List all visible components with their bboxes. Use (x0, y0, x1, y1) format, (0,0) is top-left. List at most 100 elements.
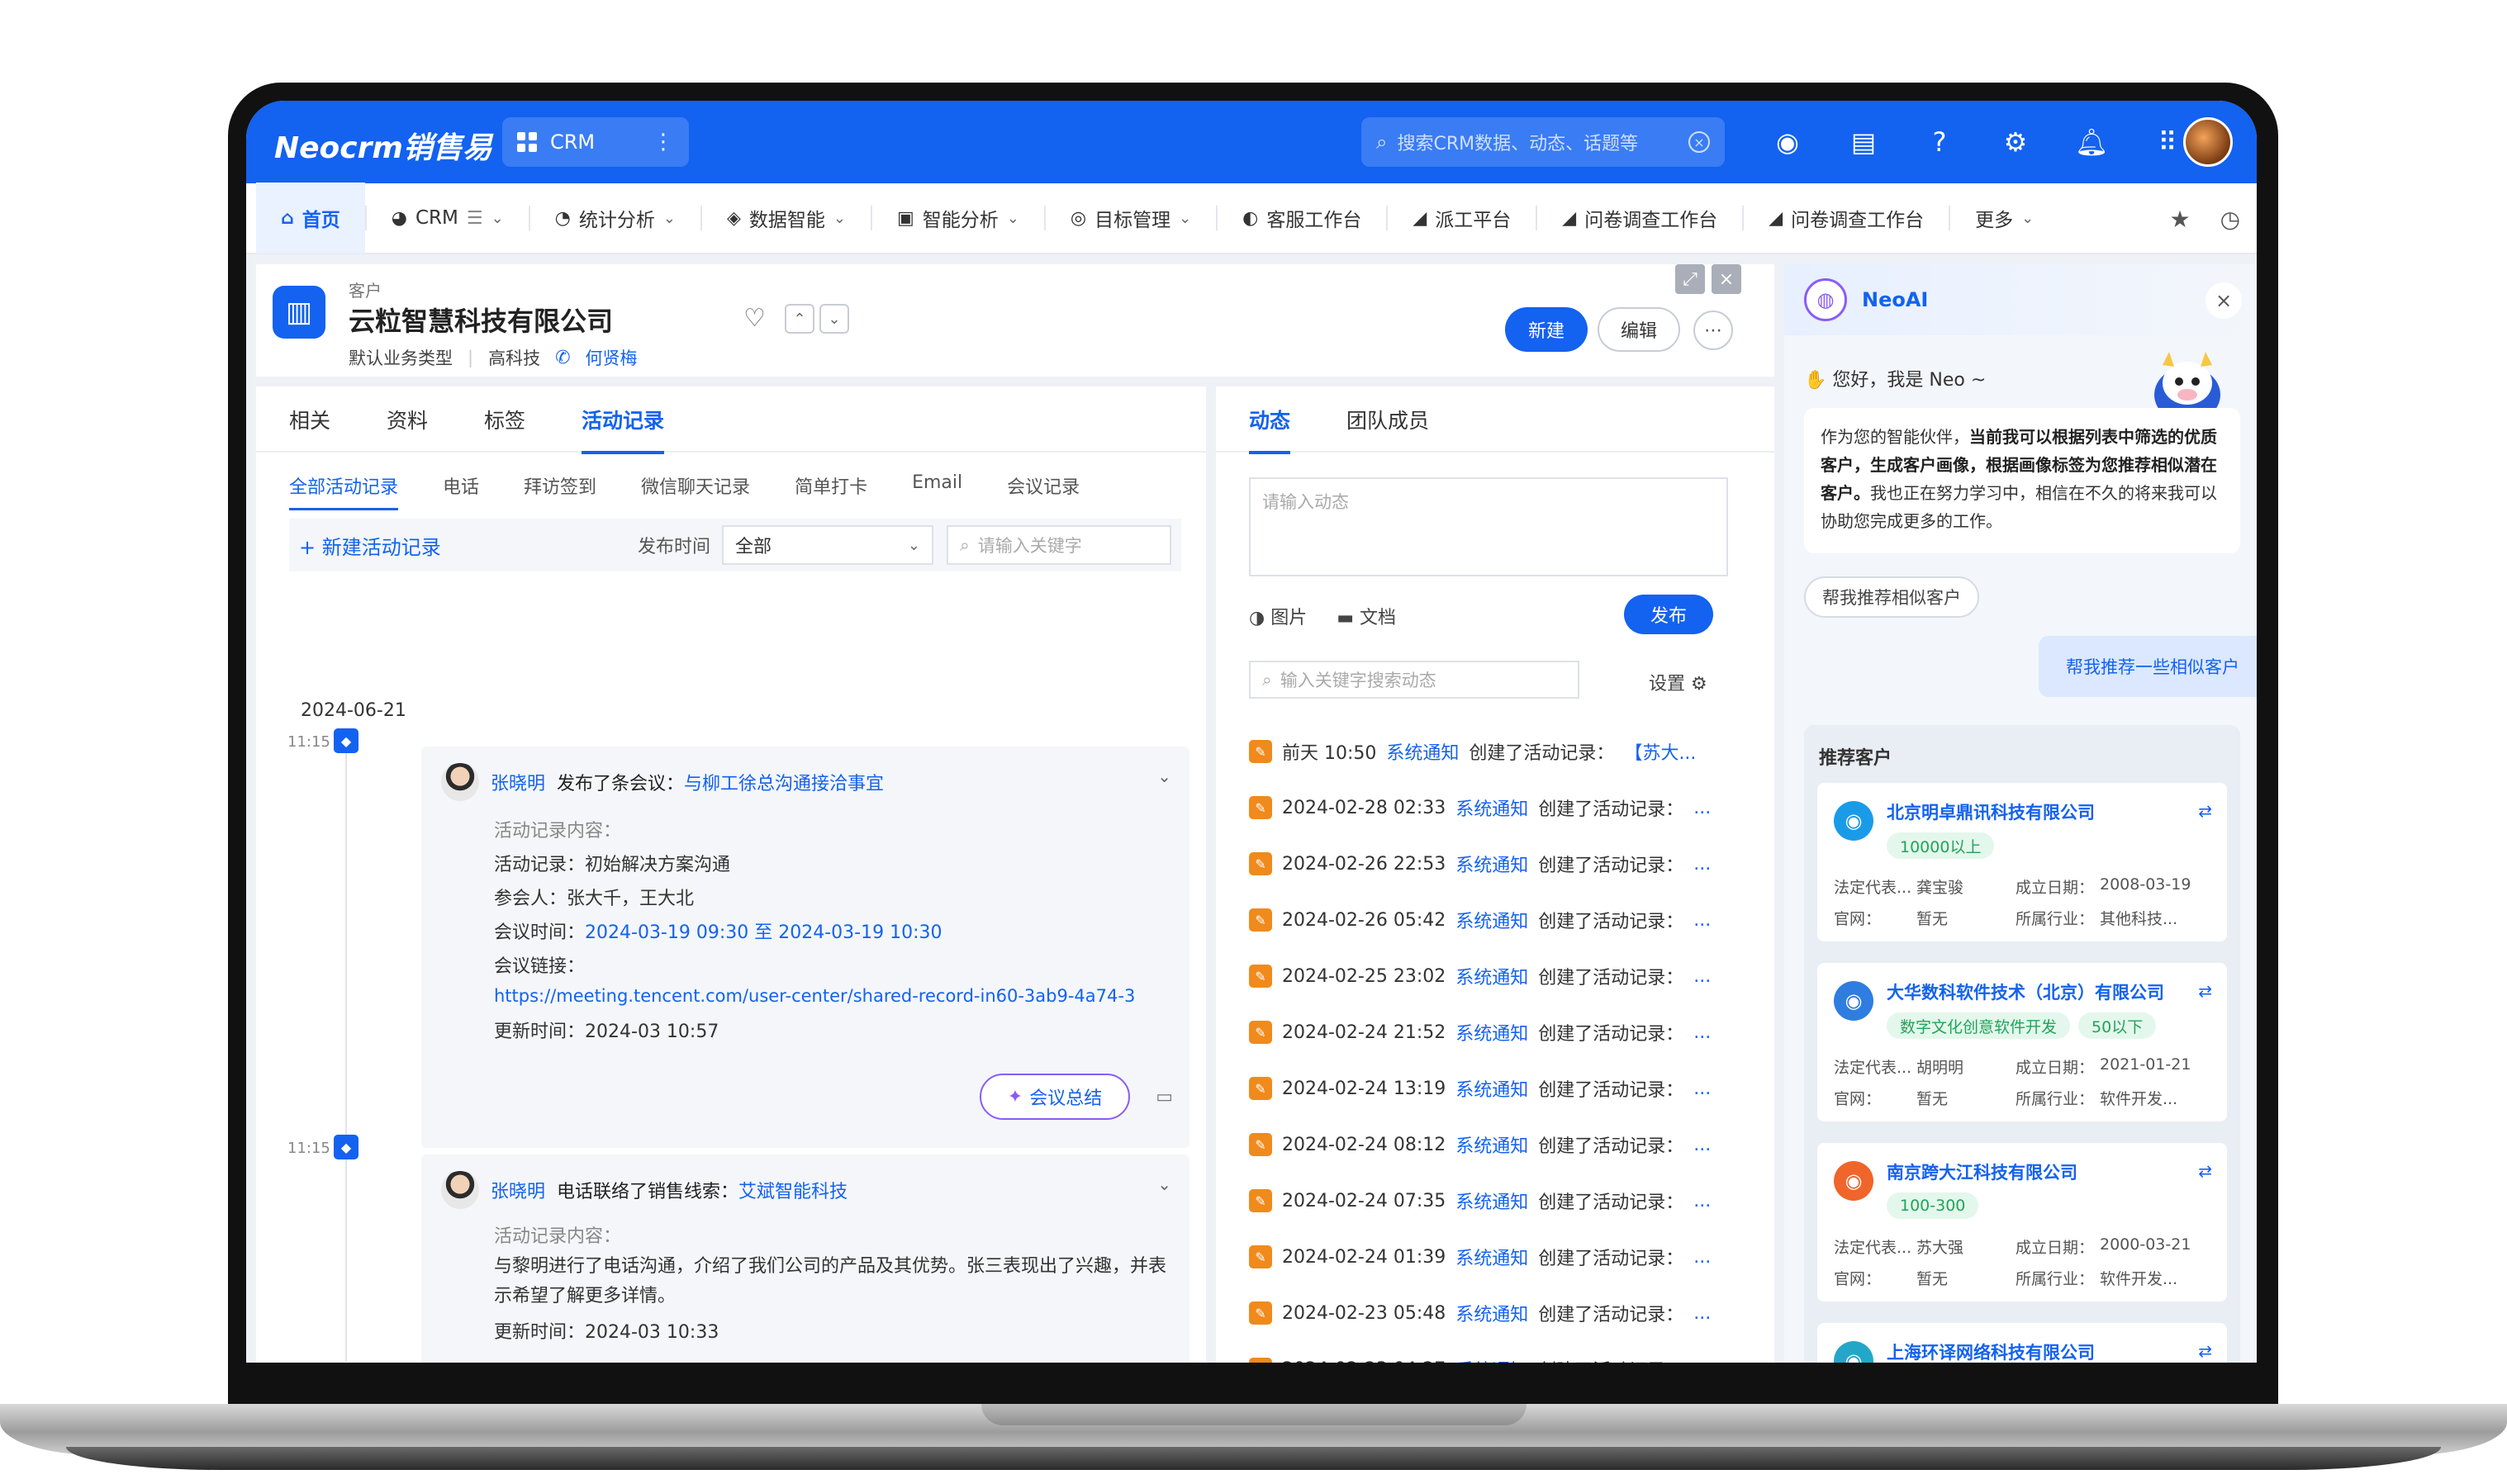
nav-item-data-intel[interactable]: ◈ 数据智能 ⌄ (702, 183, 871, 254)
nav-item-service-desk[interactable]: ◐ 客服工作台 (1218, 183, 1386, 254)
star-icon[interactable]: ★ (2169, 206, 2190, 233)
subtab-wechat[interactable]: 微信聊天记录 (641, 472, 750, 510)
post-input[interactable]: 请输入动态 (1249, 477, 1728, 576)
subtab-meeting[interactable]: 会议记录 (1007, 472, 1080, 510)
help-icon[interactable]: ? (1918, 121, 1961, 164)
feed-tail[interactable]: ... (1693, 1191, 1711, 1211)
ai-assistant-icon[interactable]: ◉ (1766, 121, 1809, 164)
feed-item[interactable]: ✎ 2024-02-28 02:33 系统通知 创建了活动记录：... (1249, 780, 1761, 836)
user-avatar[interactable] (2183, 117, 2233, 167)
swap-icon[interactable]: ⇄ (2198, 1341, 2212, 1361)
feed-item[interactable]: ✎ 2024-02-24 07:35 系统通知 创建了活动记录：... (1249, 1173, 1761, 1229)
feed-source[interactable]: 系统通知 (1455, 1019, 1528, 1045)
company-name[interactable]: 大华数科软件技术（北京）有限公司 (1887, 979, 2164, 1004)
tab-profile[interactable]: 资料 (387, 386, 456, 453)
publish-button[interactable]: 发布 (1624, 595, 1713, 634)
feed-tail[interactable]: ... (1693, 1247, 1711, 1268)
new-button[interactable]: 新建 (1505, 307, 1588, 352)
activity-user[interactable]: 张晓明 (491, 1177, 545, 1203)
subtab-checkin[interactable]: 简单打卡 (795, 472, 867, 510)
feed-source[interactable]: 系统通知 (1455, 1188, 1528, 1214)
feed-tail[interactable]: ... (1693, 910, 1711, 931)
feed-search-input[interactable]: ⌕ 输入关键字搜索动态 (1249, 661, 1579, 699)
heart-icon[interactable]: ♡ (743, 304, 766, 333)
tab-activity-log[interactable]: 活动记录 (582, 386, 692, 454)
feed-source[interactable]: 系统通知 (1455, 1075, 1528, 1102)
nav-item-survey-1[interactable]: ◢ 问卷调查工作台 (1537, 183, 1742, 254)
nav-item-dispatch[interactable]: ◢ 派工平台 (1388, 183, 1536, 254)
edit-button[interactable]: 编辑 (1598, 307, 1680, 352)
suggestion-chip[interactable]: 帮我推荐相似客户 (1804, 576, 1979, 618)
more-vertical-icon[interactable]: ⋮ (653, 131, 674, 153)
subtab-email[interactable]: Email (912, 472, 962, 510)
feed-settings[interactable]: 设置 ⚙ (1649, 669, 1707, 695)
keyword-search-input[interactable]: ⌕ 请输入关键字 (947, 525, 1171, 565)
subtab-visit[interactable]: 拜访签到 (524, 472, 596, 510)
feed-source[interactable]: 系统通知 (1455, 963, 1528, 989)
feed-item[interactable]: ✎ 前天 10:50 系统通知 创建了活动记录： 【苏大... (1249, 723, 1761, 780)
company-name[interactable]: 上海环译网络科技有限公司 (1887, 1339, 2095, 1363)
feed-source[interactable]: 系统通知 (1455, 1244, 1528, 1270)
activity-user[interactable]: 张晓明 (491, 769, 545, 795)
notes-icon[interactable]: ▤ (1842, 121, 1885, 164)
close-icon[interactable]: × (1712, 264, 1741, 294)
swap-icon[interactable]: ⇄ (2198, 981, 2212, 1001)
owner-link[interactable]: 何贤梅 (586, 345, 638, 370)
feed-tail[interactable]: ... (1693, 1079, 1711, 1099)
comment-icon[interactable]: ▭ (1156, 1087, 1173, 1107)
chevron-up-icon[interactable]: ⌃ (785, 304, 814, 334)
swap-icon[interactable]: ⇄ (2198, 801, 2212, 821)
company-name[interactable]: 南京跨大江科技有限公司 (1887, 1159, 2077, 1184)
feed-tail[interactable]: ... (1693, 966, 1711, 987)
close-icon[interactable]: × (2205, 282, 2242, 319)
feed-item[interactable]: ✎ 2024-02-26 05:42 系统通知 创建了活动记录：... (1249, 892, 1761, 948)
feed-tail[interactable]: ... (1693, 1022, 1711, 1043)
feed-item[interactable]: ✎ 2024-02-26 22:53 系统通知 创建了活动记录：... (1249, 836, 1761, 892)
bell-icon[interactable]: 🔔︎ (2070, 121, 2113, 164)
nav-item-more[interactable]: 更多 ⌄ (1950, 183, 2058, 254)
feed-tail[interactable]: ... (1693, 1135, 1711, 1155)
recommended-customer-card[interactable]: ◉ 北京明卓鼎讯科技有限公司 ⇄ 10000以上 法定代表... 龚宝骏 成立日期： 2008… (1817, 783, 2227, 941)
tab-related[interactable]: 相关 (289, 386, 358, 453)
more-options-button[interactable]: ⋯ (1693, 311, 1733, 350)
nav-item-survey-2[interactable]: ◢ 问卷调查工作台 (1744, 183, 1949, 254)
clear-search-icon[interactable]: × (1688, 131, 1710, 153)
app-switcher[interactable]: CRM ⋮ (502, 117, 689, 167)
feed-item[interactable]: ✎ 2024-02-25 23:02 系统通知 创建了活动记录：... (1249, 948, 1761, 1004)
feed-item[interactable]: ✎ 2024-02-24 21:52 系统通知 创建了活动记录：... (1249, 1004, 1761, 1060)
activity-link[interactable]: 艾斌智能科技 (738, 1177, 848, 1203)
nav-item-home[interactable]: ⌂ 首页 (256, 183, 365, 254)
app-logo[interactable]: Neocrm销售易 (274, 124, 492, 167)
feed-tail[interactable]: ... (1693, 798, 1711, 818)
feed-item[interactable]: ✎ 2024-02-24 01:39 系统通知 创建了活动记录：... (1249, 1229, 1761, 1285)
new-activity-button[interactable]: + 新建活动记录 (299, 531, 441, 560)
meeting-link[interactable]: https://meeting.tencent.com/user-center/… (494, 984, 1135, 1008)
nav-item-smart-analysis[interactable]: ▣ 智能分析 ⌄ (872, 183, 1044, 254)
nav-item-goals[interactable]: ◎ 目标管理 ⌄ (1046, 183, 1216, 254)
feed-source[interactable]: 系统通知 (1386, 738, 1459, 765)
feed-source[interactable]: 系统通知 (1455, 907, 1528, 933)
nav-item-stats[interactable]: ◔ 统计分析 ⌄ (530, 183, 700, 254)
activity-link[interactable]: 与柳工徐总沟通接洽事宜 (684, 769, 884, 795)
history-icon[interactable]: ◷ (2220, 206, 2240, 233)
feed-tail[interactable]: ... (1693, 1303, 1711, 1324)
feed-item[interactable]: ✎ 2024-02-23 05:48 系统通知 创建了活动记录：... (1249, 1285, 1761, 1341)
feed-source[interactable]: 系统通知 (1455, 851, 1528, 877)
nav-item-crm[interactable]: ◕ CRM ☰ ⌄ (367, 183, 529, 254)
meeting-summary-button[interactable]: ✦ 会议总结 (980, 1074, 1130, 1120)
feed-tail[interactable]: ... (1693, 854, 1711, 875)
publish-time-select[interactable]: 全部 ⌄ (722, 525, 933, 565)
feed-source[interactable]: 系统通知 (1455, 1131, 1528, 1158)
image-attach[interactable]: ◑ 图片 (1249, 603, 1307, 629)
expand-icon[interactable]: ⤢ (1675, 264, 1705, 294)
feed-item[interactable]: ✎ 2024-02-24 08:12 系统通知 创建了活动记录：... (1249, 1117, 1761, 1173)
swap-icon[interactable]: ⇄ (2198, 1161, 2212, 1181)
recommended-customer-card[interactable]: ◉上海环译网络科技有限公司⇄1000人以下 (1817, 1323, 2227, 1363)
chevron-down-icon[interactable]: ⌄ (1157, 1174, 1171, 1194)
recommended-customer-card[interactable]: ◉ 大华数科软件技术（北京）有限公司 ⇄ 数字文化创意软件开发 50以下 法定代表... 胡… (1817, 963, 2227, 1121)
feed-source[interactable]: 系统通知 (1455, 794, 1528, 821)
feed-source[interactable]: 系统通知 (1455, 1300, 1528, 1326)
feed-tail[interactable]: 【苏大... (1624, 738, 1696, 765)
tab-feed[interactable]: 动态 (1249, 386, 1318, 454)
recommended-customer-card[interactable]: ◉ 南京跨大江科技有限公司 ⇄ 100-300 法定代表... 苏大强 成立日期： 2000-… (1817, 1143, 2227, 1301)
